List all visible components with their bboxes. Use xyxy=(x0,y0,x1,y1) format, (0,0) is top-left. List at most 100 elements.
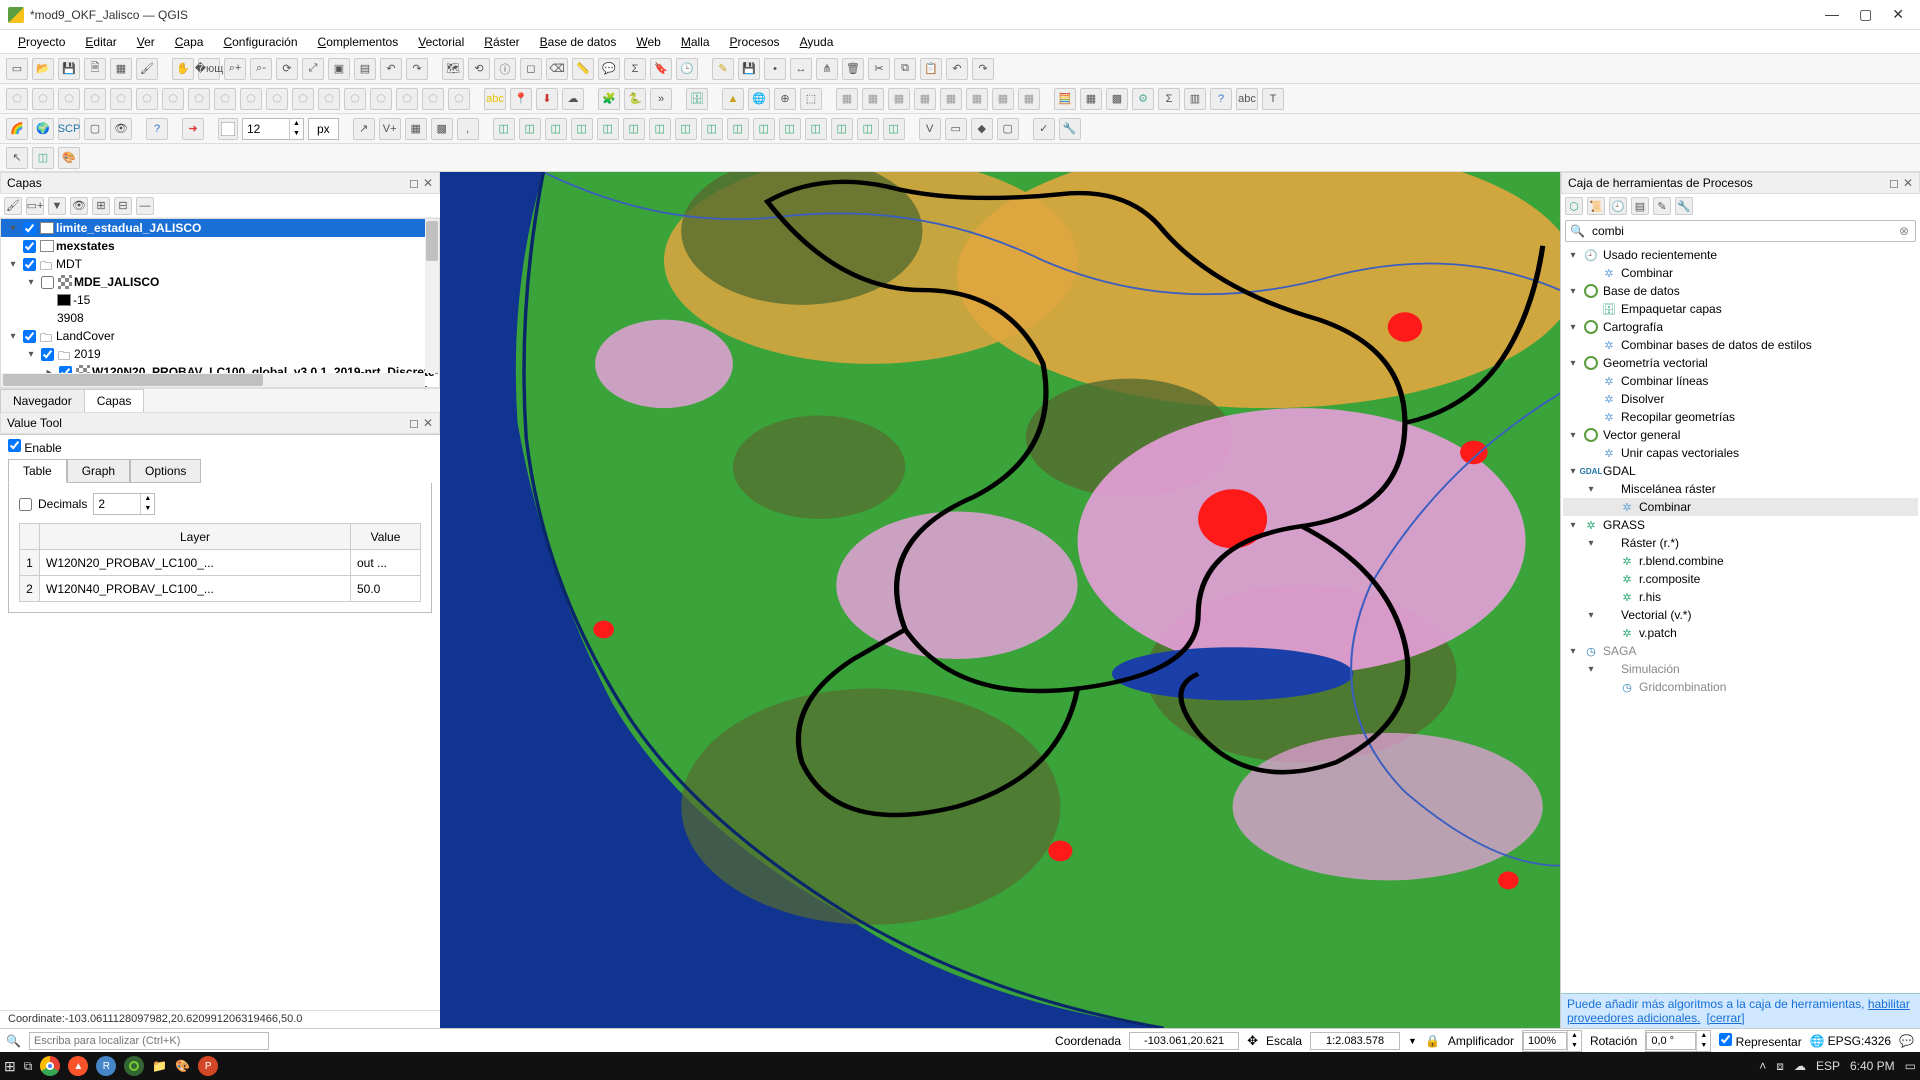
processing-tree[interactable]: ▾🕘Usado recientemente✲Combinar▾Base de d… xyxy=(1561,244,1920,993)
new-project-icon[interactable]: ▭ xyxy=(6,58,28,80)
layer-visibility-checkbox[interactable] xyxy=(23,258,36,271)
menu-complementos[interactable]: Complementos xyxy=(310,33,407,51)
attr-tool-5[interactable]: ▦ xyxy=(966,88,988,110)
plugin-manager-icon[interactable]: 🧩 xyxy=(598,88,620,110)
proc-item-8[interactable]: ✲Disolver xyxy=(1563,390,1918,408)
messages-icon[interactable]: 💬 xyxy=(1899,1034,1914,1048)
digitize-tool-14[interactable]: ⬠ xyxy=(370,88,392,110)
layers-tree[interactable]: ▾limite_estadual_JALISCOmexstates▾🗀MDT▾M… xyxy=(0,218,440,388)
layer-row-6[interactable]: ▾🗀LandCover xyxy=(1,327,439,345)
decimals-spinbox[interactable]: ▲▼ xyxy=(93,493,155,515)
refresh-icon[interactable]: ⟲ xyxy=(468,58,490,80)
digitize-tool-13[interactable]: ⬠ xyxy=(344,88,366,110)
layout-manager-icon[interactable]: ▦ xyxy=(110,58,132,80)
proc-item-17[interactable]: ✲r.blend.combine xyxy=(1563,552,1918,570)
redo-icon[interactable]: ↷ xyxy=(972,58,994,80)
options-icon[interactable]: 🔧 xyxy=(1675,197,1693,215)
layer-row-7[interactable]: ▾🗀2019 xyxy=(1,345,439,363)
powerpoint-icon[interactable]: P xyxy=(198,1056,218,1076)
proc-item-20[interactable]: ▾Vectorial (v.*) xyxy=(1563,606,1918,624)
layer-row-3[interactable]: ▾MDE_JALISCO xyxy=(1,273,439,291)
map-canvas[interactable] xyxy=(440,172,1560,1028)
layer-visibility-checkbox[interactable] xyxy=(23,222,36,235)
explorer-icon[interactable]: 📁 xyxy=(152,1059,167,1073)
expand-icon[interactable]: ▾ xyxy=(7,259,19,270)
brave-icon[interactable]: ▲ xyxy=(68,1056,88,1076)
layer-visibility-checkbox[interactable] xyxy=(23,240,36,253)
move-feature-icon[interactable]: ↔ xyxy=(790,58,812,80)
proc-item-24[interactable]: ◷Gridcombination xyxy=(1563,678,1918,696)
preview-icon[interactable]: 🎨 xyxy=(58,147,80,169)
menu-web[interactable]: Web xyxy=(628,33,668,51)
help-icon[interactable]: ? xyxy=(1210,88,1232,110)
zoom-next-icon[interactable]: ↷ xyxy=(406,58,428,80)
edit-toggle-icon[interactable]: ✎ xyxy=(712,58,734,80)
proc-item-1[interactable]: ✲Combinar xyxy=(1563,264,1918,282)
manage-themes-icon[interactable]: 👁 xyxy=(70,197,88,215)
scp-pointer-icon[interactable]: ➜ xyxy=(182,118,204,140)
datasource-tool-0[interactable]: ◫ xyxy=(493,118,515,140)
digitize-tool-4[interactable]: ⬠ xyxy=(110,88,132,110)
layer-visibility-checkbox[interactable] xyxy=(23,330,36,343)
osm-search-icon[interactable]: abc xyxy=(484,88,506,110)
datasource-tool-5[interactable]: ◫ xyxy=(623,118,645,140)
proc-item-23[interactable]: ▾Simulación xyxy=(1563,660,1918,678)
digitize-tool-8[interactable]: ⬠ xyxy=(214,88,236,110)
left-tab-capas[interactable]: Capas xyxy=(84,389,145,412)
proc-item-3[interactable]: 🗄Empaquetar capas xyxy=(1563,300,1918,318)
table-icon[interactable]: ▦ xyxy=(1080,88,1102,110)
proc-item-12[interactable]: ▾GDALGDAL xyxy=(1563,462,1918,480)
label-icon[interactable]: abc xyxy=(1236,88,1258,110)
identify-icon[interactable]: ⓘ xyxy=(494,58,516,80)
datasource-tool-9[interactable]: ◫ xyxy=(727,118,749,140)
layer-row-4[interactable]: -15 xyxy=(1,291,439,309)
panel-close-icon[interactable]: ✕ xyxy=(423,176,433,190)
expand-icon[interactable]: ▾ xyxy=(25,277,37,288)
layer-style-icon[interactable]: 🖌 xyxy=(4,197,22,215)
minimize-button[interactable]: — xyxy=(1825,6,1839,23)
chrome-icon[interactable] xyxy=(40,1056,60,1076)
select-icon[interactable]: ◻ xyxy=(520,58,542,80)
valuetool-tab-graph[interactable]: Graph xyxy=(67,459,130,483)
attr-tool-3[interactable]: ▦ xyxy=(914,88,936,110)
expand-icon[interactable]: ▾ xyxy=(25,349,37,360)
datasource-tool-12[interactable]: ◫ xyxy=(805,118,827,140)
maximize-button[interactable]: ▢ xyxy=(1859,6,1872,23)
attr-tool-4[interactable]: ▦ xyxy=(940,88,962,110)
bookmarks-icon[interactable]: 🔖 xyxy=(650,58,672,80)
digitize-tool-10[interactable]: ⬠ xyxy=(266,88,288,110)
digitize-tool-11[interactable]: ⬠ xyxy=(292,88,314,110)
language-indicator[interactable]: ESP xyxy=(1816,1059,1840,1073)
panel-close-icon[interactable]: ✕ xyxy=(1903,176,1913,190)
model-icon[interactable]: ⬡ xyxy=(1565,197,1583,215)
new-spatialite-icon[interactable]: ◆ xyxy=(971,118,993,140)
layer-row-0[interactable]: ▾limite_estadual_JALISCO xyxy=(1,219,439,237)
layers-scrollbar-h[interactable] xyxy=(1,373,425,387)
topo-check-icon[interactable]: ✓ xyxy=(1033,118,1055,140)
osm-place-icon[interactable]: 📍 xyxy=(510,88,532,110)
layers-scrollbar-v[interactable] xyxy=(425,219,439,373)
crs-button[interactable]: 🌐 EPSG:4326 xyxy=(1810,1034,1891,1048)
delete-icon[interactable]: 🗑 xyxy=(842,58,864,80)
scale-field[interactable] xyxy=(1310,1032,1400,1050)
crs-icon[interactable]: ⊕ xyxy=(774,88,796,110)
digitize-tool-5[interactable]: ⬠ xyxy=(136,88,158,110)
clear-search-icon[interactable]: ⊗ xyxy=(1893,224,1915,238)
rotation-spinbox[interactable]: ▲▼ xyxy=(1645,1030,1711,1052)
proc-item-19[interactable]: ✲r.his xyxy=(1563,588,1918,606)
attr-tool-1[interactable]: ▦ xyxy=(862,88,884,110)
expand-icon[interactable]: ▾ xyxy=(7,331,19,342)
notifications-icon[interactable]: ▭ xyxy=(1905,1059,1916,1073)
valuetool-enable[interactable]: Enable xyxy=(8,441,62,455)
pan-icon[interactable]: ✋ xyxy=(172,58,194,80)
proc-item-10[interactable]: ▾Vector general xyxy=(1563,426,1918,444)
proc-item-15[interactable]: ▾✲GRASS xyxy=(1563,516,1918,534)
layer-row-5[interactable]: 3908 xyxy=(1,309,439,327)
proc-item-0[interactable]: ▾🕘Usado recientemente xyxy=(1563,246,1918,264)
menu-malla[interactable]: Malla xyxy=(673,33,718,51)
coord-field[interactable] xyxy=(1129,1032,1239,1050)
vector-add-icon[interactable]: V+ xyxy=(379,118,401,140)
proc-item-22[interactable]: ▾◷SAGA xyxy=(1563,642,1918,660)
expand-icon[interactable]: ⊞ xyxy=(92,197,110,215)
datasource-tool-14[interactable]: ◫ xyxy=(857,118,879,140)
